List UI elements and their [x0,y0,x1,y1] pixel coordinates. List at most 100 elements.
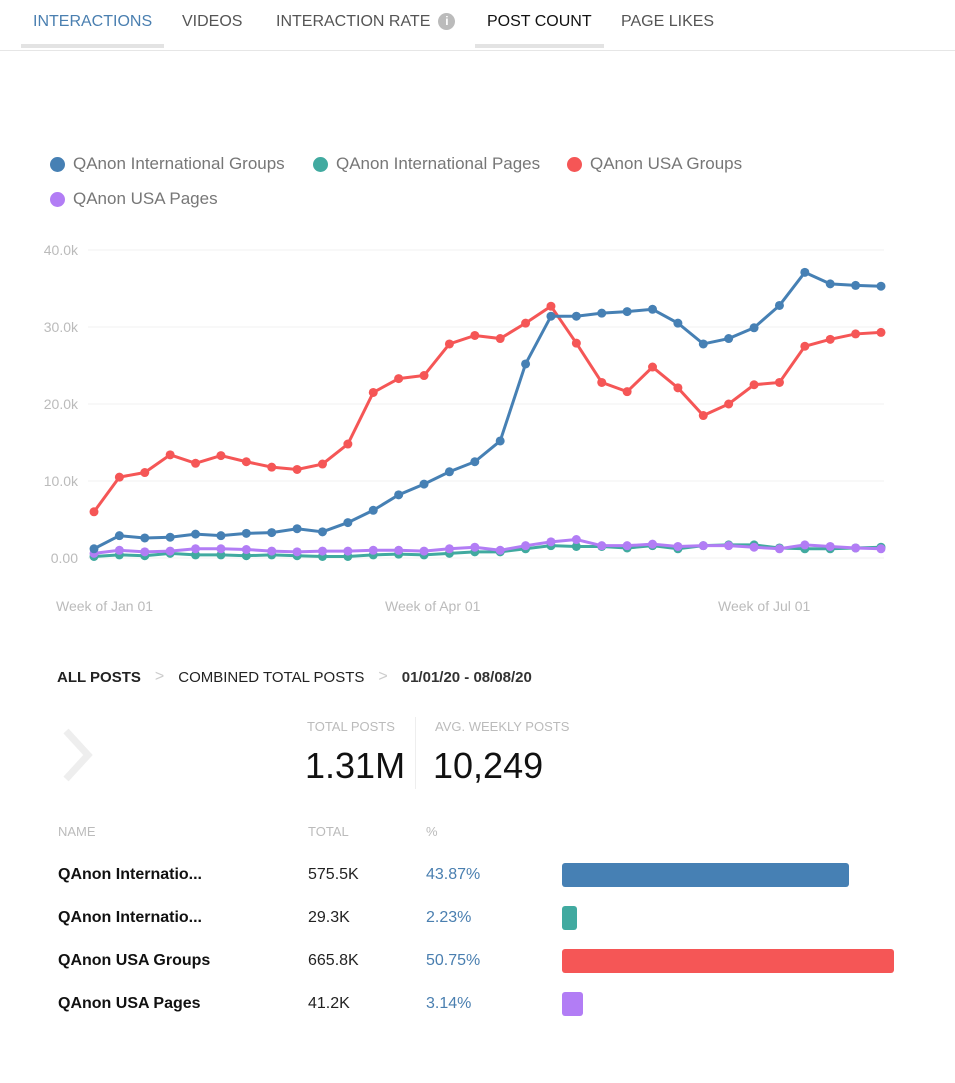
data-point[interactable] [368,545,378,555]
data-point[interactable] [749,323,759,333]
table-row[interactable]: QAnon Internatio... 29.3K 2.23% [0,898,955,938]
data-point[interactable] [241,457,251,467]
data-point[interactable] [470,330,480,340]
data-point[interactable] [317,459,327,469]
data-point[interactable] [622,307,632,317]
data-point[interactable] [698,541,708,551]
legend-item-international-groups[interactable]: QAnon International Groups [50,154,285,174]
tab-post-count[interactable]: POST COUNT [475,13,604,50]
data-point[interactable] [368,505,378,515]
legend-item-usa-pages[interactable]: QAnon USA Pages [50,189,218,209]
data-point[interactable] [343,518,353,528]
data-point[interactable] [698,339,708,349]
data-point[interactable] [89,544,99,554]
data-point[interactable] [546,311,556,321]
data-point[interactable] [724,399,734,409]
data-point[interactable] [444,467,454,477]
data-point[interactable] [724,541,734,551]
data-point[interactable] [521,318,531,328]
data-point[interactable] [673,318,683,328]
data-point[interactable] [470,457,480,467]
data-point[interactable] [622,541,632,551]
data-point[interactable] [140,468,150,478]
data-point[interactable] [140,533,150,543]
data-point[interactable] [749,380,759,390]
data-point[interactable] [216,451,226,461]
data-point[interactable] [825,279,835,289]
data-point[interactable] [343,439,353,449]
data-point[interactable] [648,304,658,314]
data-point[interactable] [165,532,175,542]
data-point[interactable] [876,281,886,291]
data-point[interactable] [165,546,175,556]
tab-interaction-rate[interactable]: INTERACTION RATE i [276,13,456,50]
breadcrumb-combined-total[interactable]: COMBINED TOTAL POSTS [178,669,364,686]
data-point[interactable] [419,479,429,489]
data-point[interactable] [495,545,505,555]
data-point[interactable] [267,546,277,556]
data-point[interactable] [444,544,454,554]
data-point[interactable] [825,541,835,551]
data-point[interactable] [597,308,607,318]
data-point[interactable] [191,458,201,468]
data-point[interactable] [495,334,505,344]
data-point[interactable] [89,507,99,517]
data-point[interactable] [851,329,861,339]
data-point[interactable] [343,546,353,556]
data-point[interactable] [698,411,708,421]
data-point[interactable] [470,542,480,552]
data-point[interactable] [521,541,531,551]
data-point[interactable] [495,436,505,446]
data-point[interactable] [622,387,632,397]
data-point[interactable] [191,544,201,554]
table-row[interactable]: QAnon USA Pages 41.2K 3.14% [0,984,955,1024]
data-point[interactable] [216,531,226,541]
data-point[interactable] [673,383,683,393]
tab-interactions[interactable]: INTERACTIONS [21,13,165,50]
data-point[interactable] [216,544,226,554]
data-point[interactable] [394,545,404,555]
data-point[interactable] [317,546,327,556]
data-point[interactable] [597,377,607,387]
data-point[interactable] [292,547,302,557]
data-point[interactable] [597,541,607,551]
data-point[interactable] [774,544,784,554]
data-point[interactable] [876,544,886,554]
data-point[interactable] [774,300,784,310]
data-point[interactable] [571,311,581,321]
data-point[interactable] [648,539,658,549]
data-point[interactable] [140,547,150,557]
data-point[interactable] [165,450,175,460]
data-point[interactable] [851,280,861,290]
breadcrumb-all-posts[interactable]: ALL POSTS [57,669,141,686]
data-point[interactable] [292,524,302,534]
data-point[interactable] [114,531,124,541]
table-row[interactable]: QAnon Internatio... 575.5K 43.87% [0,855,955,895]
data-point[interactable] [114,472,124,482]
data-point[interactable] [292,464,302,474]
data-point[interactable] [394,374,404,384]
data-point[interactable] [241,545,251,555]
data-point[interactable] [191,529,201,539]
table-row[interactable]: QAnon USA Groups 665.8K 50.75% [0,941,955,981]
data-point[interactable] [241,528,251,538]
data-point[interactable] [648,362,658,372]
data-point[interactable] [673,541,683,551]
data-point[interactable] [800,267,810,277]
legend-item-international-pages[interactable]: QAnon International Pages [313,154,540,174]
data-point[interactable] [521,359,531,369]
data-point[interactable] [419,546,429,556]
legend-item-usa-groups[interactable]: QAnon USA Groups [567,154,742,174]
data-point[interactable] [546,301,556,311]
data-point[interactable] [571,338,581,348]
info-icon[interactable]: i [438,13,456,30]
data-point[interactable] [571,535,581,545]
data-point[interactable] [800,341,810,351]
data-point[interactable] [267,528,277,538]
data-point[interactable] [749,542,759,552]
data-point[interactable] [724,334,734,344]
data-point[interactable] [394,490,404,500]
tab-videos[interactable]: VIDEOS [182,13,242,50]
data-point[interactable] [444,339,454,349]
data-point[interactable] [317,527,327,537]
